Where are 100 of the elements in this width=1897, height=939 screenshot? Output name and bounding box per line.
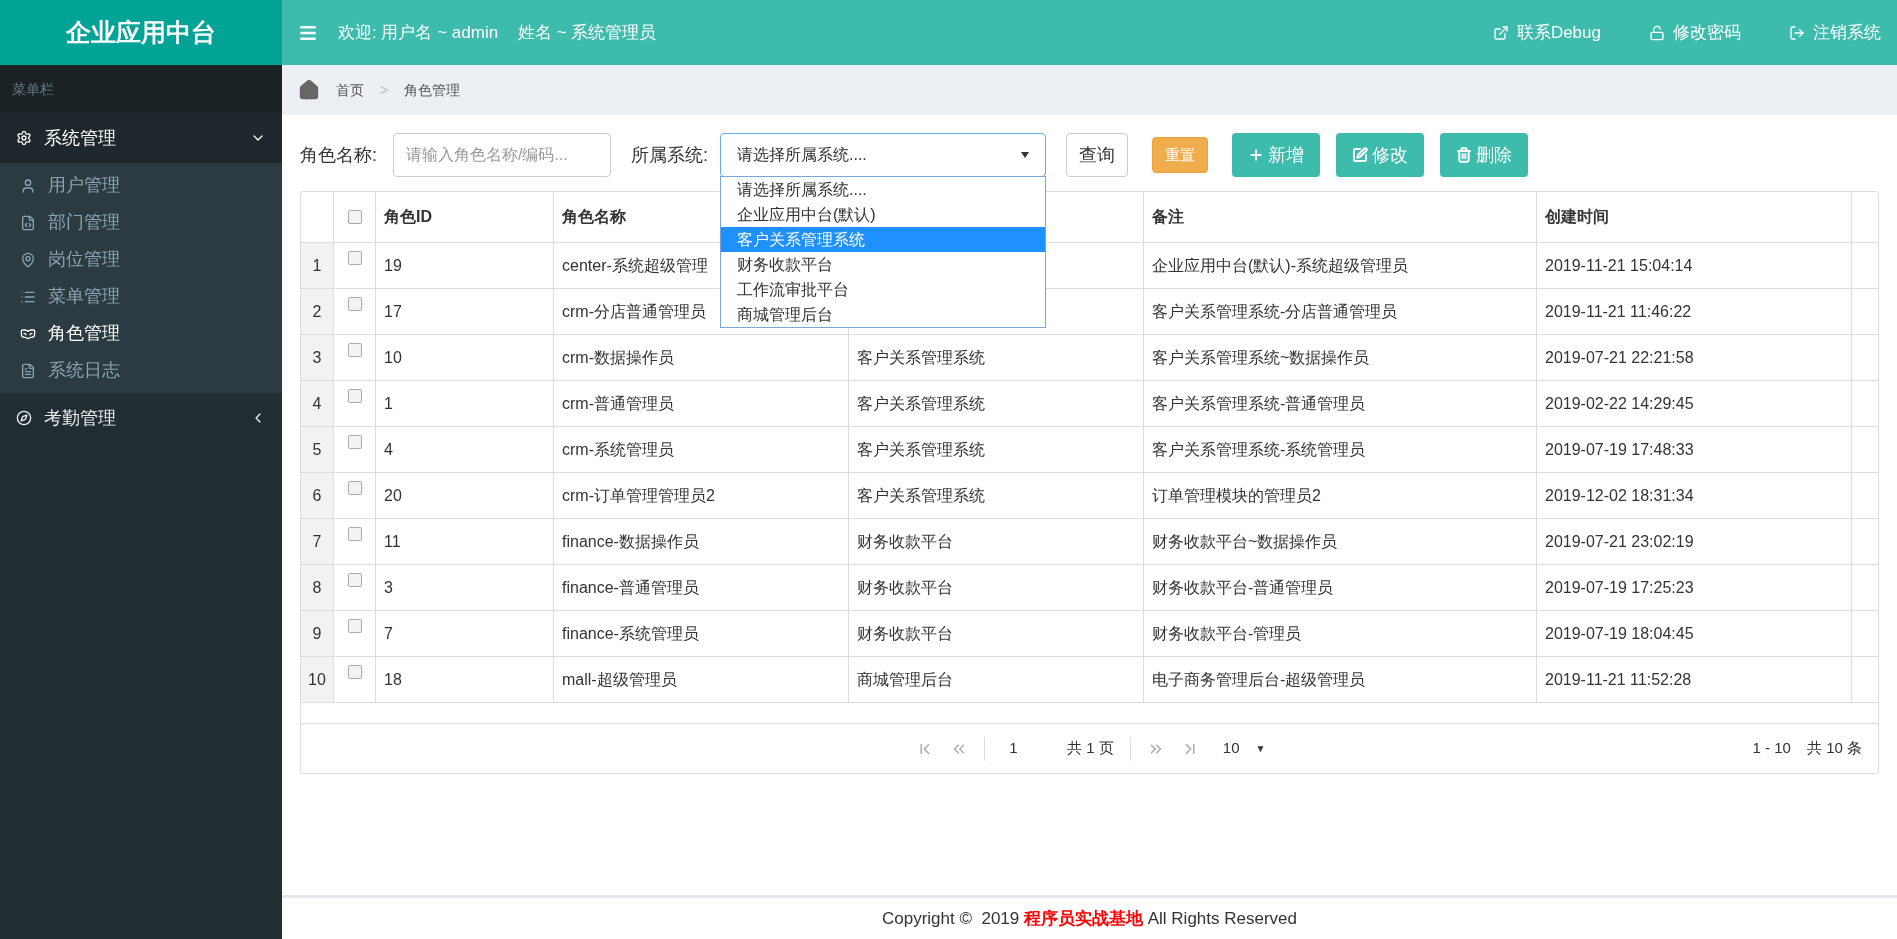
table-cell-text: 客户关系管理系统-分店普通管理员: [1152, 301, 1398, 322]
table-cell-text: 2019-11-21 11:52:28: [1545, 669, 1692, 690]
table-cell-text: crm-订单管理管理员2: [562, 485, 715, 506]
menu-item[interactable]: 菜单管理: [0, 278, 282, 315]
menu-item[interactable]: 岗位管理: [0, 241, 282, 278]
dropdown-option[interactable]: 请选择所属系统....: [721, 177, 1046, 202]
table-cell-text: 财务收款平台: [857, 577, 953, 598]
table-cell-text: crm-分店普通管理员: [562, 301, 706, 322]
checkbox[interactable]: [347, 251, 362, 265]
record-range: 1 - 10: [1752, 738, 1791, 759]
table-cell-text: 2019-07-21 23:02:19: [1545, 531, 1694, 552]
breadcrumb-item[interactable]: 首页: [336, 79, 364, 101]
table-cell-text: 19: [384, 255, 402, 276]
table-cell-text: 2019-12-02 18:31:34: [1545, 485, 1694, 506]
page-number-field[interactable]: 1: [1001, 737, 1052, 760]
dropdown-option[interactable]: 财务收款平台: [721, 252, 1046, 277]
table-cell-text: 客户关系管理系统: [857, 485, 985, 506]
field-label: 所属系统:: [631, 143, 709, 167]
breadcrumb-separator: >: [380, 80, 389, 100]
table-cell-text: crm-数据操作员: [562, 347, 674, 368]
menu-group[interactable]: 考勤管理: [0, 393, 282, 443]
table-cell-text: 2019-07-19 18:04:45: [1545, 623, 1694, 644]
menu-item[interactable]: 系统日志: [0, 352, 282, 389]
checkbox[interactable]: [347, 297, 362, 311]
logo: 企业应用中台: [0, 0, 282, 65]
home-icon[interactable]: [298, 79, 320, 101]
row-number: 8: [312, 577, 322, 598]
table-cell-text: finance-系统管理员: [562, 623, 699, 644]
table-cell-text: 3: [384, 577, 393, 598]
checkbox[interactable]: [347, 210, 362, 224]
table-cell-text: 4: [384, 439, 393, 460]
row-number: 9: [312, 623, 322, 644]
trash-icon: [1456, 147, 1473, 163]
settings-icon: [16, 130, 32, 146]
welcome-user: 欢迎: 用户名 ~ admin: [338, 21, 499, 44]
checkbox[interactable]: [347, 389, 362, 403]
table-cell-text: crm-普通管理员: [562, 393, 674, 414]
field-label: 角色名称:: [300, 143, 377, 167]
table-cell-text: mall-超级管理员: [562, 669, 677, 690]
table-cell-text: crm-系统管理员: [562, 439, 674, 460]
menu-item[interactable]: 部门管理: [0, 204, 282, 241]
breadcrumb-item: 角色管理: [404, 80, 461, 100]
code-file-icon: [20, 214, 36, 231]
external-link-icon: [1492, 24, 1509, 41]
table-cell-text: 2019-07-21 22:21:58: [1545, 347, 1694, 368]
table-cell-text: 客户关系管理系统-系统管理员: [1152, 439, 1366, 460]
table-cell-text: 客户关系管理系统: [857, 439, 985, 460]
user-icon: [20, 177, 36, 194]
table-cell-text: 1: [384, 393, 393, 414]
checkbox[interactable]: [347, 573, 362, 587]
table-cell-text: 11: [384, 531, 401, 552]
page-size-select[interactable]: 10 ▼: [1214, 737, 1274, 760]
column-header: 角色名称: [562, 207, 626, 227]
menu-group[interactable]: 系统管理: [0, 113, 282, 163]
menu-item[interactable]: 用户管理: [0, 167, 282, 204]
table-cell-text: 客户关系管理系统-普通管理员: [1152, 393, 1366, 414]
row-number: 2: [312, 301, 322, 322]
table-cell-text: 2019-07-19 17:48:33: [1545, 439, 1694, 460]
document-icon: [20, 362, 36, 379]
dropdown-option[interactable]: 工作流审批平台: [721, 277, 1046, 302]
query-button[interactable]: 查询: [1066, 133, 1129, 177]
table-cell-text: 2019-11-21 11:46:22: [1545, 301, 1692, 322]
table-cell-text: 财务收款平台: [857, 623, 953, 644]
checkbox[interactable]: [347, 481, 362, 495]
column-header: 备注: [1152, 207, 1184, 227]
table-cell-text: 10: [384, 347, 402, 368]
table-cell-text: 电子商务管理后台-超级管理员: [1152, 669, 1366, 690]
unlock-icon: [1649, 24, 1665, 41]
table-cell-text: 财务收款平台-管理员: [1152, 623, 1302, 644]
role-name-field[interactable]: 请输入角色名称/编码...: [393, 133, 611, 177]
row-number: 5: [312, 439, 322, 460]
checkbox[interactable]: [347, 665, 362, 679]
table-cell-text: 客户关系管理系统: [857, 347, 985, 368]
record-total: 共 10 条: [1806, 738, 1862, 759]
table-cell-text: 财务收款平台: [857, 531, 953, 552]
checkbox[interactable]: [347, 435, 362, 449]
edit-icon: [1352, 147, 1369, 163]
row-number: 6: [312, 485, 322, 506]
checkbox[interactable]: [347, 527, 362, 541]
table-cell-text: 财务收款平台-普通管理员: [1152, 577, 1334, 598]
table-cell-text: finance-数据操作员: [562, 531, 699, 552]
dropdown-option[interactable]: 商城管理后台: [721, 302, 1046, 327]
table-cell-text: 客户关系管理系统: [857, 393, 985, 414]
row-number: 4: [312, 393, 322, 414]
table-cell-text: 客户关系管理系统~数据操作员: [1152, 347, 1370, 368]
table-cell-text: 财务收款平台~数据操作员: [1152, 531, 1338, 552]
table-cell-text: finance-普通管理员: [562, 577, 699, 598]
checkbox[interactable]: [347, 619, 362, 633]
column-header: 创建时间: [1545, 207, 1609, 227]
page-count: 共 1 页: [1067, 738, 1114, 759]
dropdown-option[interactable]: 企业应用中台(默认): [721, 202, 1046, 227]
table-cell-text: 7: [384, 623, 393, 644]
dropdown-arrow-icon: [1021, 152, 1030, 158]
menu-item[interactable]: 角色管理: [0, 315, 282, 352]
checkbox[interactable]: [347, 343, 362, 357]
row-number: 7: [312, 531, 322, 552]
column-header: 角色ID: [384, 207, 432, 227]
table-cell-text: 18: [384, 669, 402, 690]
table-cell-text: 2019-02-22 14:29:45: [1545, 393, 1694, 414]
sidebar-caption: 菜单栏: [12, 79, 54, 99]
